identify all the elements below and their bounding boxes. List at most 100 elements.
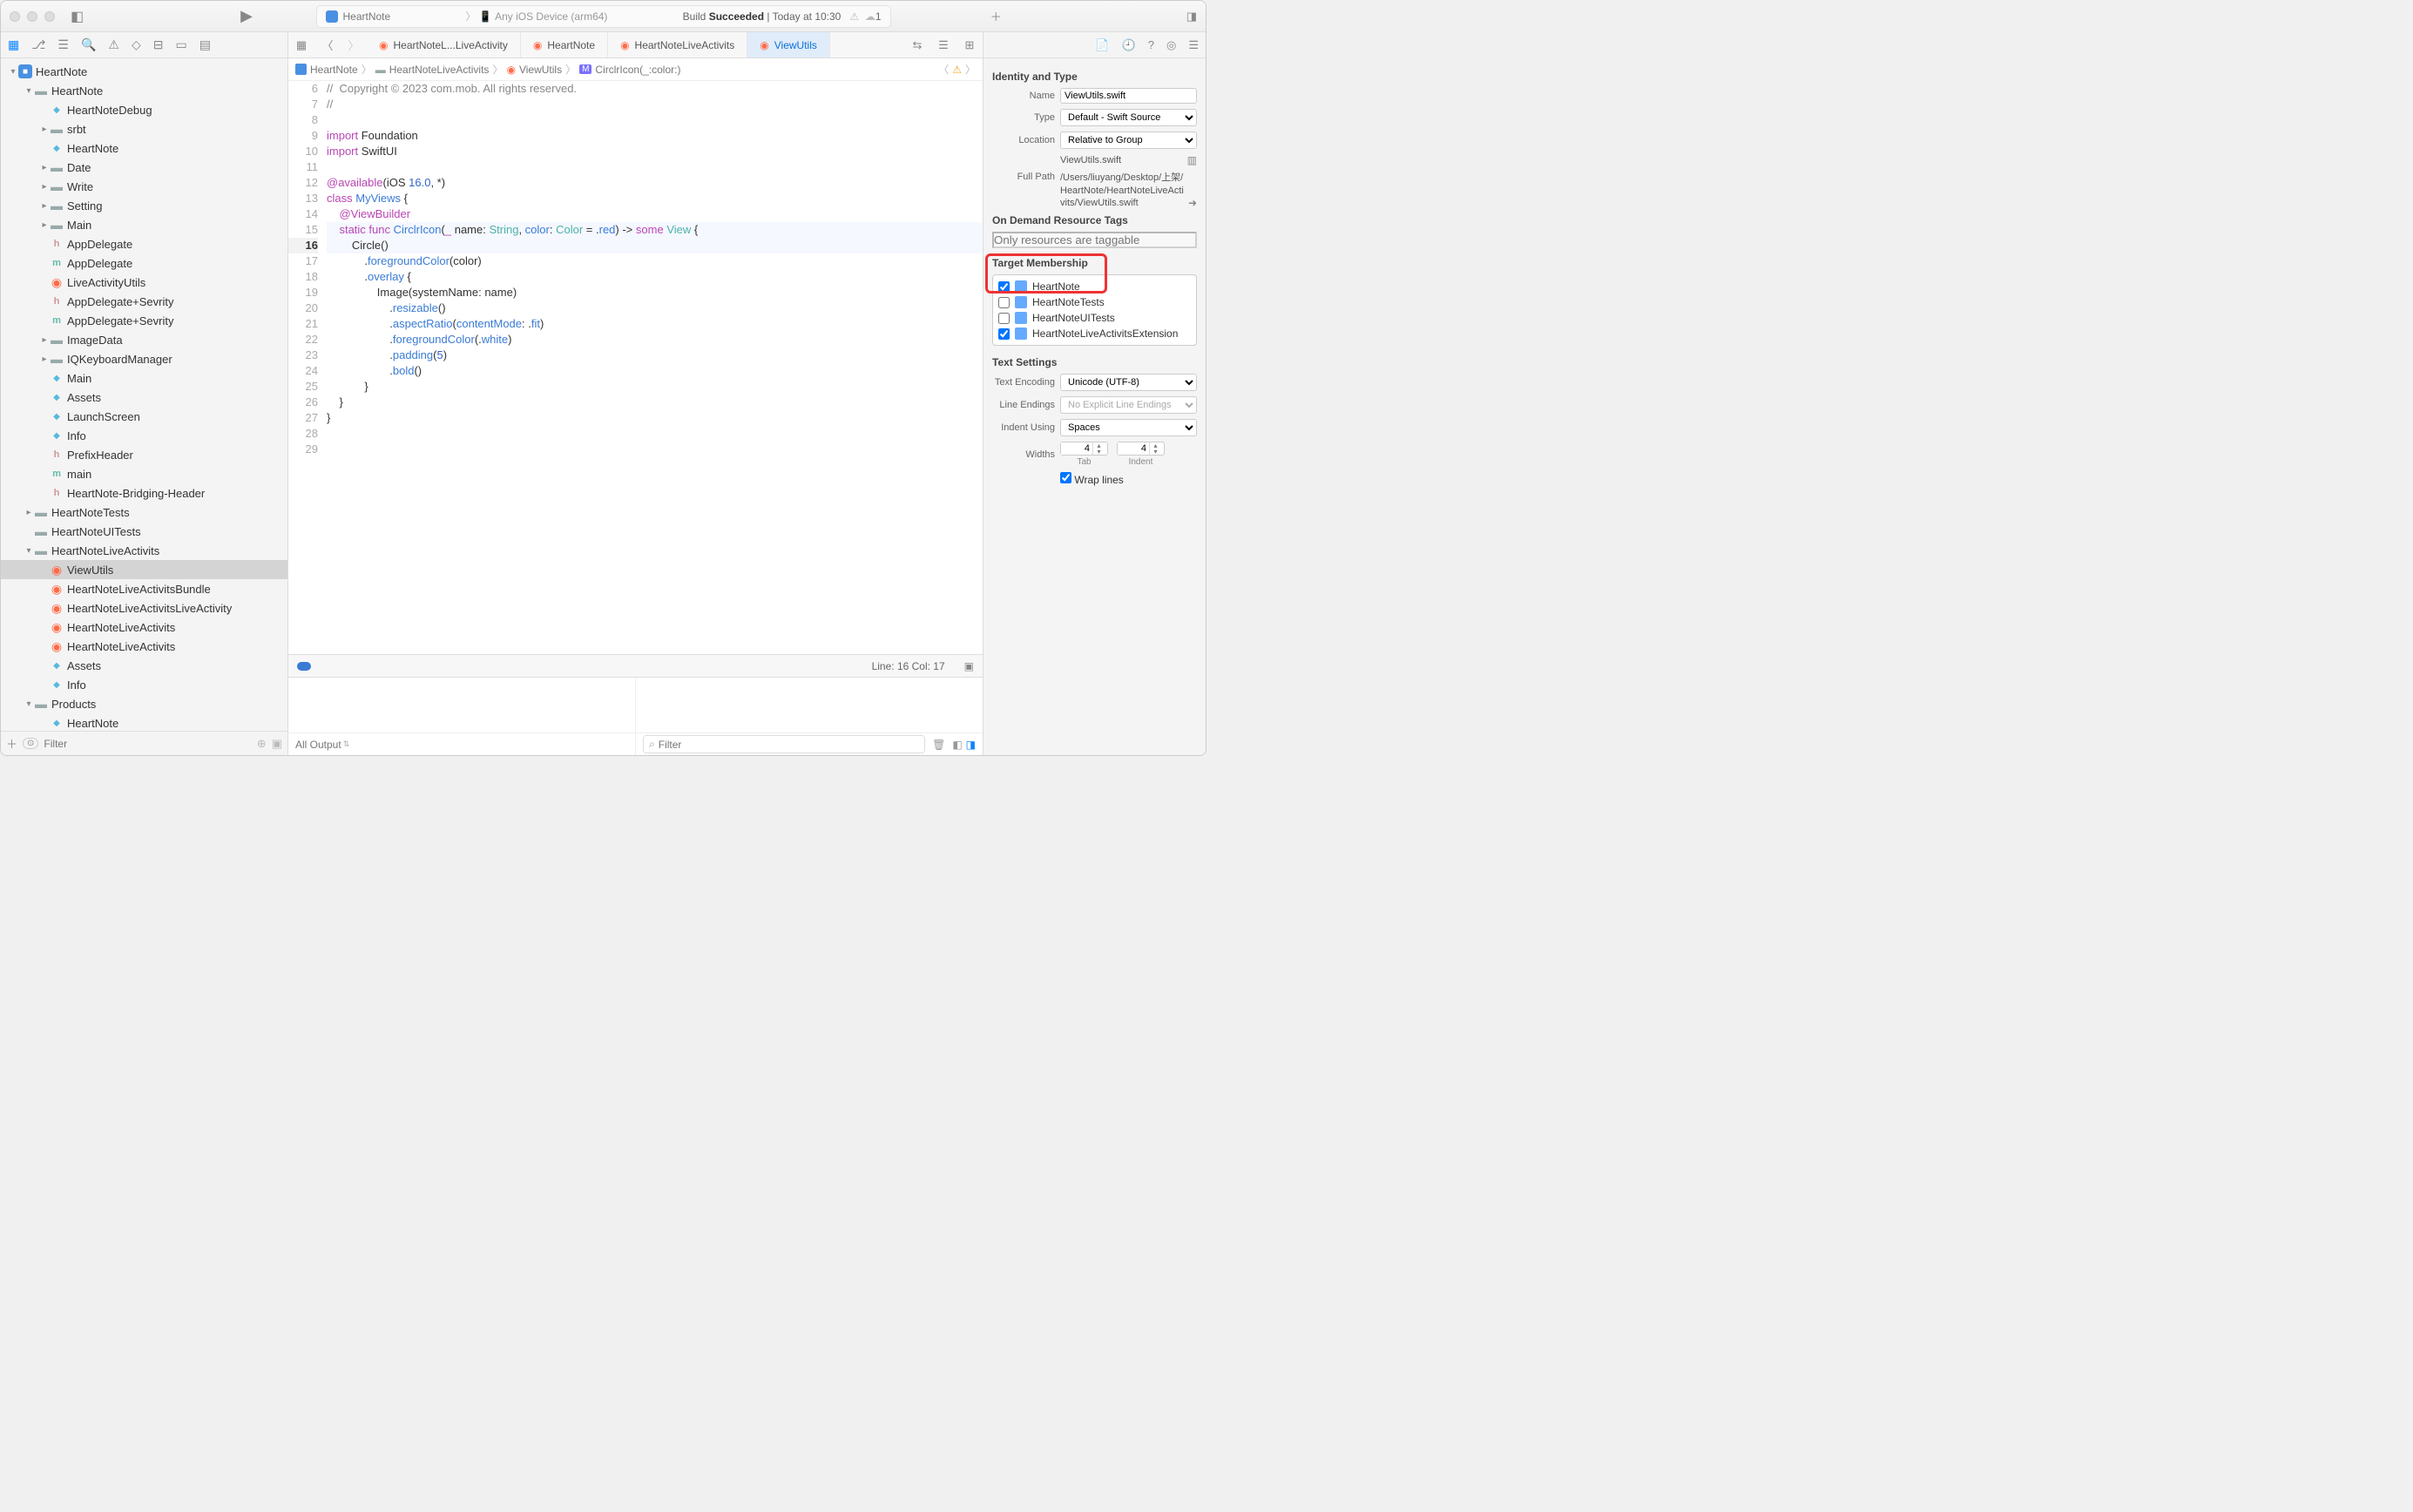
recent-filter-icon[interactable]: ⊕ bbox=[257, 737, 267, 751]
tree-item[interactable]: ◉HeartNoteLiveActivits bbox=[1, 637, 287, 656]
issue-navigator-tab[interactable]: ⚠︎ bbox=[108, 37, 119, 52]
target-membership-row[interactable]: HeartNote bbox=[998, 279, 1191, 294]
tree-item[interactable]: hAppDelegate+Sevrity bbox=[1, 292, 287, 311]
reveal-in-finder-icon[interactable]: ➜ bbox=[1188, 197, 1197, 209]
tree-item[interactable]: hHeartNote-Bridging-Header bbox=[1, 483, 287, 503]
tab-width-input[interactable] bbox=[1061, 442, 1092, 455]
editor-tab[interactable]: ◉HeartNoteLiveActivits bbox=[608, 32, 747, 57]
scm-filter-icon[interactable]: ▣ bbox=[272, 737, 282, 751]
project-tree[interactable]: ▾■HeartNote▾▬HeartNote◆HeartNoteDebug▸▬s… bbox=[1, 58, 287, 731]
target-membership-row[interactable]: HeartNoteTests bbox=[998, 294, 1191, 310]
choose-location-icon[interactable]: ▥ bbox=[1187, 154, 1197, 166]
project-navigator-tab[interactable]: ▦ bbox=[8, 37, 19, 52]
find-navigator-tab[interactable]: 🔍 bbox=[81, 37, 96, 52]
tree-item[interactable]: mAppDelegate bbox=[1, 253, 287, 273]
tree-item[interactable]: ◉HeartNoteLiveActivitsBundle bbox=[1, 579, 287, 598]
indent-using-select[interactable]: Spaces bbox=[1060, 419, 1197, 436]
jumpbar-file[interactable]: ViewUtils bbox=[519, 64, 562, 76]
tree-item[interactable]: ▸▬Write bbox=[1, 177, 287, 196]
clear-console-button[interactable]: 🗑 bbox=[932, 739, 945, 751]
tree-item[interactable]: ◉LiveActivityUtils bbox=[1, 273, 287, 292]
variables-view-toggle[interactable]: ◧ bbox=[952, 739, 962, 751]
line-endings-select[interactable]: No Explicit Line Endings bbox=[1060, 396, 1197, 414]
indent-width-input[interactable] bbox=[1118, 442, 1149, 455]
tree-item[interactable]: ◆Assets bbox=[1, 388, 287, 407]
target-membership-row[interactable]: HeartNoteLiveActivitsExtension bbox=[998, 326, 1191, 341]
filter-scope-button[interactable]: ⊙ bbox=[23, 738, 38, 749]
breakpoint-navigator-tab[interactable]: ▭ bbox=[175, 37, 186, 52]
warning-icon[interactable]: ⚠︎ bbox=[952, 64, 962, 76]
tree-item[interactable]: ◆Info bbox=[1, 675, 287, 694]
activity-view[interactable]: HeartNote 〉 📱 Any iOS Device (arm64) Bui… bbox=[316, 5, 891, 28]
jumpbar-project[interactable]: HeartNote bbox=[310, 64, 358, 76]
run-button[interactable]: ▶ bbox=[240, 7, 253, 25]
editor-tab[interactable]: ◉HeartNoteL...LiveActivity bbox=[367, 32, 521, 57]
add-editor-icon[interactable]: ⊞ bbox=[956, 38, 983, 52]
related-items-button[interactable]: ▦ bbox=[288, 38, 314, 52]
wrap-lines-checkbox[interactable]: Wrap lines bbox=[1060, 474, 1124, 486]
library-button[interactable]: ◨ bbox=[1186, 10, 1197, 24]
jumpbar-group[interactable]: HeartNoteLiveActivits bbox=[389, 64, 490, 76]
file-inspector-tab[interactable]: 📄 bbox=[1095, 38, 1109, 52]
debug-navigator-tab[interactable]: ⊟ bbox=[153, 37, 164, 52]
tree-item[interactable]: ◆Assets bbox=[1, 656, 287, 675]
tree-item[interactable]: ◆Main bbox=[1, 368, 287, 388]
tree-item[interactable]: ◆HeartNote bbox=[1, 713, 287, 731]
add-tab-button[interactable]: ＋ bbox=[990, 8, 1002, 24]
code-editor[interactable]: 6789101112131415161718192021222324252627… bbox=[288, 81, 983, 654]
tree-item[interactable]: hPrefixHeader bbox=[1, 445, 287, 464]
editor-tab[interactable]: ◉ViewUtils bbox=[747, 32, 830, 57]
editor-tab[interactable]: ◉HeartNote bbox=[521, 32, 608, 57]
tree-item[interactable]: ◉HeartNoteLiveActivits bbox=[1, 618, 287, 637]
console-view-toggle[interactable]: ◨ bbox=[966, 739, 976, 751]
tree-item[interactable]: ▾▬HeartNote bbox=[1, 81, 287, 100]
attributes-inspector-tab[interactable]: ☰ bbox=[1188, 38, 1199, 52]
tree-item[interactable]: ◆HeartNoteDebug bbox=[1, 100, 287, 119]
tree-item[interactable]: ◆LaunchScreen bbox=[1, 407, 287, 426]
close-window-button[interactable] bbox=[10, 11, 20, 22]
tree-item[interactable]: ◉HeartNoteLiveActivitsLiveActivity bbox=[1, 598, 287, 618]
accessibility-inspector-tab[interactable]: ◎ bbox=[1166, 38, 1176, 52]
jumpbar-symbol[interactable]: CirclrIcon(_:color:) bbox=[595, 64, 680, 76]
tree-item[interactable]: ▾■HeartNote bbox=[1, 62, 287, 81]
tree-item[interactable]: ▸▬HeartNoteTests bbox=[1, 503, 287, 522]
navigator-filter-input[interactable] bbox=[44, 738, 251, 750]
quick-help-tab[interactable]: ? bbox=[1148, 38, 1154, 51]
target-membership-row[interactable]: HeartNoteUITests bbox=[998, 310, 1191, 326]
indent-stepper[interactable]: ▴▾ bbox=[1149, 442, 1161, 455]
tree-item[interactable]: ▸▬ImageData bbox=[1, 330, 287, 349]
tree-item[interactable]: hAppDelegate bbox=[1, 234, 287, 253]
debug-output-scope[interactable]: All Output bbox=[295, 739, 341, 751]
jumpbar-back-icon[interactable]: 〈 bbox=[938, 62, 949, 77]
symbol-navigator-tab[interactable]: ☰ bbox=[57, 37, 69, 52]
jumpbar-forward-icon[interactable]: 〉 bbox=[965, 62, 976, 77]
tab-stepper[interactable]: ▴▾ bbox=[1092, 442, 1105, 455]
tree-item[interactable]: mmain bbox=[1, 464, 287, 483]
nav-back-button[interactable]: 〈 bbox=[314, 37, 341, 53]
tree-item[interactable]: ◉ViewUtils bbox=[1, 560, 287, 579]
test-navigator-tab[interactable]: ◇ bbox=[132, 37, 141, 52]
file-name-input[interactable] bbox=[1060, 88, 1197, 104]
adjust-editor-icon[interactable]: ☰ bbox=[930, 38, 956, 52]
history-inspector-tab[interactable]: 🕘 bbox=[1122, 38, 1136, 52]
tree-item[interactable]: ◆Info bbox=[1, 426, 287, 445]
console-filter-input[interactable] bbox=[659, 739, 919, 751]
minimize-window-button[interactable] bbox=[27, 11, 37, 22]
tree-item[interactable]: ▾▬Products bbox=[1, 694, 287, 713]
tree-item[interactable]: mAppDelegate+Sevrity bbox=[1, 311, 287, 330]
tree-item[interactable]: ▸▬Main bbox=[1, 215, 287, 234]
zoom-window-button[interactable] bbox=[44, 11, 55, 22]
canvas-toggle-icon[interactable]: ▣ bbox=[964, 660, 974, 672]
location-select[interactable]: Relative to Group bbox=[1060, 132, 1197, 149]
source-control-navigator-tab[interactable]: ⎇ bbox=[31, 37, 45, 52]
tree-item[interactable]: ▸▬Date bbox=[1, 158, 287, 177]
report-navigator-tab[interactable]: ▤ bbox=[199, 37, 211, 52]
text-encoding-select[interactable]: Unicode (UTF-8) bbox=[1060, 374, 1197, 391]
tree-item[interactable]: ▬HeartNoteUITests bbox=[1, 522, 287, 541]
jump-bar[interactable]: HeartNote 〉 ▬ HeartNoteLiveActivits 〉 ◉ … bbox=[288, 58, 983, 81]
tree-item[interactable]: ▸▬Setting bbox=[1, 196, 287, 215]
tree-item[interactable]: ◆HeartNote bbox=[1, 138, 287, 158]
nav-forward-button[interactable]: 〉 bbox=[341, 37, 367, 53]
editor-options-icon[interactable]: ⇆ bbox=[904, 38, 930, 52]
tree-item[interactable]: ▾▬HeartNoteLiveActivits bbox=[1, 541, 287, 560]
